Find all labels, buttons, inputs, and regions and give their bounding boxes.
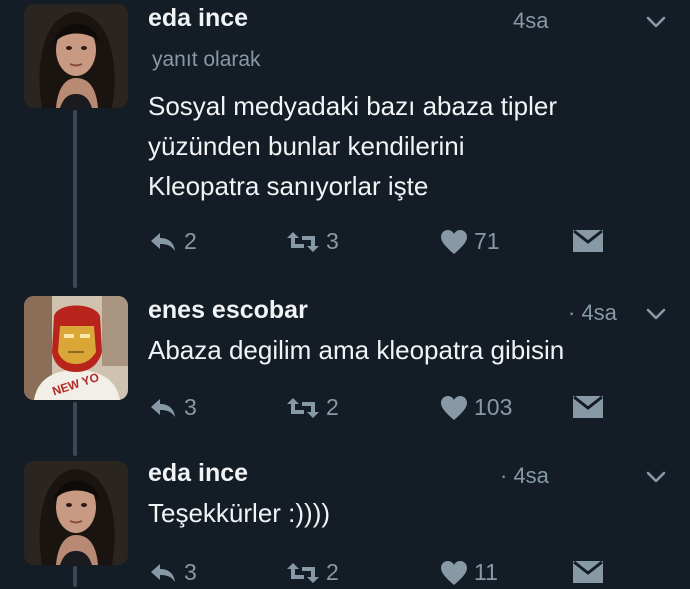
tweet-text-line: yüzünden bunlar kendilerini [148,131,465,161]
like-button[interactable]: 71 [440,228,500,255]
like-count: 71 [474,228,500,254]
heart-icon [441,560,467,585]
like-button[interactable]: 11 [440,559,498,586]
direct-message-button[interactable] [572,559,604,585]
chevron-down-icon[interactable] [644,302,668,326]
tweet-actions: 2 3 71 [148,228,628,258]
author-name[interactable]: eda ince [148,459,248,488]
reply-button[interactable]: 3 [148,559,197,586]
like-button[interactable]: 103 [440,394,512,421]
tweet-text-line: Sosyal medyadaki bazı abaza tipler [148,91,558,121]
direct-message-button[interactable] [572,228,604,254]
reply-icon [151,232,175,251]
like-count: 11 [474,559,498,585]
retweet-count: 3 [326,228,339,254]
reply-icon [151,398,175,417]
avatar[interactable] [24,461,128,565]
chevron-down-icon[interactable] [644,465,668,489]
timestamp[interactable]: 4sa [513,8,548,34]
retweet-button[interactable]: 2 [286,394,339,421]
reply-count: 2 [184,228,197,254]
retweet-icon [287,231,319,252]
direct-message-button[interactable] [572,394,604,420]
reply-context[interactable]: yanıt olarak [152,48,261,72]
reply-count: 3 [184,394,197,420]
heart-icon [441,229,467,254]
avatar[interactable]: NEW YO [24,296,128,400]
tweet-actions: 3 2 103 [148,394,628,424]
retweet-icon [287,562,319,583]
retweet-count: 2 [326,394,339,420]
tweet-text: Abaza degilim ama kleopatra gibisin [148,330,668,370]
author-name[interactable]: enes escobar [148,296,308,325]
timestamp[interactable]: · 4sa [500,463,549,489]
tweet-text-line: Kleopatra sanıyorlar işte [148,171,429,201]
like-count: 103 [474,394,513,420]
reply-count: 3 [184,559,197,585]
tweet-text-line: Abaza degilim ama kleopatra gibisin [148,335,565,365]
avatar[interactable] [24,4,128,108]
tweet-text: Teşekkürler :)))) [148,493,668,533]
tweet[interactable]: eda ince · 4sa Teşekkürler :)))) 3 2 11 [0,455,690,587]
tweet-text-line: Teşekkürler :)))) [148,498,331,528]
author-name[interactable]: eda ince [148,4,248,33]
tweet-actions: 3 2 11 [148,559,628,589]
retweet-icon [287,397,319,418]
timestamp[interactable]: · 4sa [568,300,617,326]
reply-button[interactable]: 3 [148,394,197,421]
envelope-icon [573,560,603,583]
chevron-down-icon[interactable] [644,10,668,34]
envelope-icon [573,395,603,418]
heart-icon [441,395,467,420]
reply-button[interactable]: 2 [148,228,197,255]
retweet-button[interactable]: 2 [286,559,339,586]
tweet-text: Sosyal medyadaki bazı abaza tipler yüzün… [148,86,668,206]
retweet-button[interactable]: 3 [286,228,339,255]
tweet[interactable]: eda ince 4sa yanıt olarak Sosyal medyada… [0,0,690,290]
retweet-count: 2 [326,559,339,585]
reply-icon [151,563,175,582]
tweet[interactable]: NEW YO enes escobar · 4sa Abaza degilim … [0,290,690,455]
envelope-icon [573,229,603,252]
